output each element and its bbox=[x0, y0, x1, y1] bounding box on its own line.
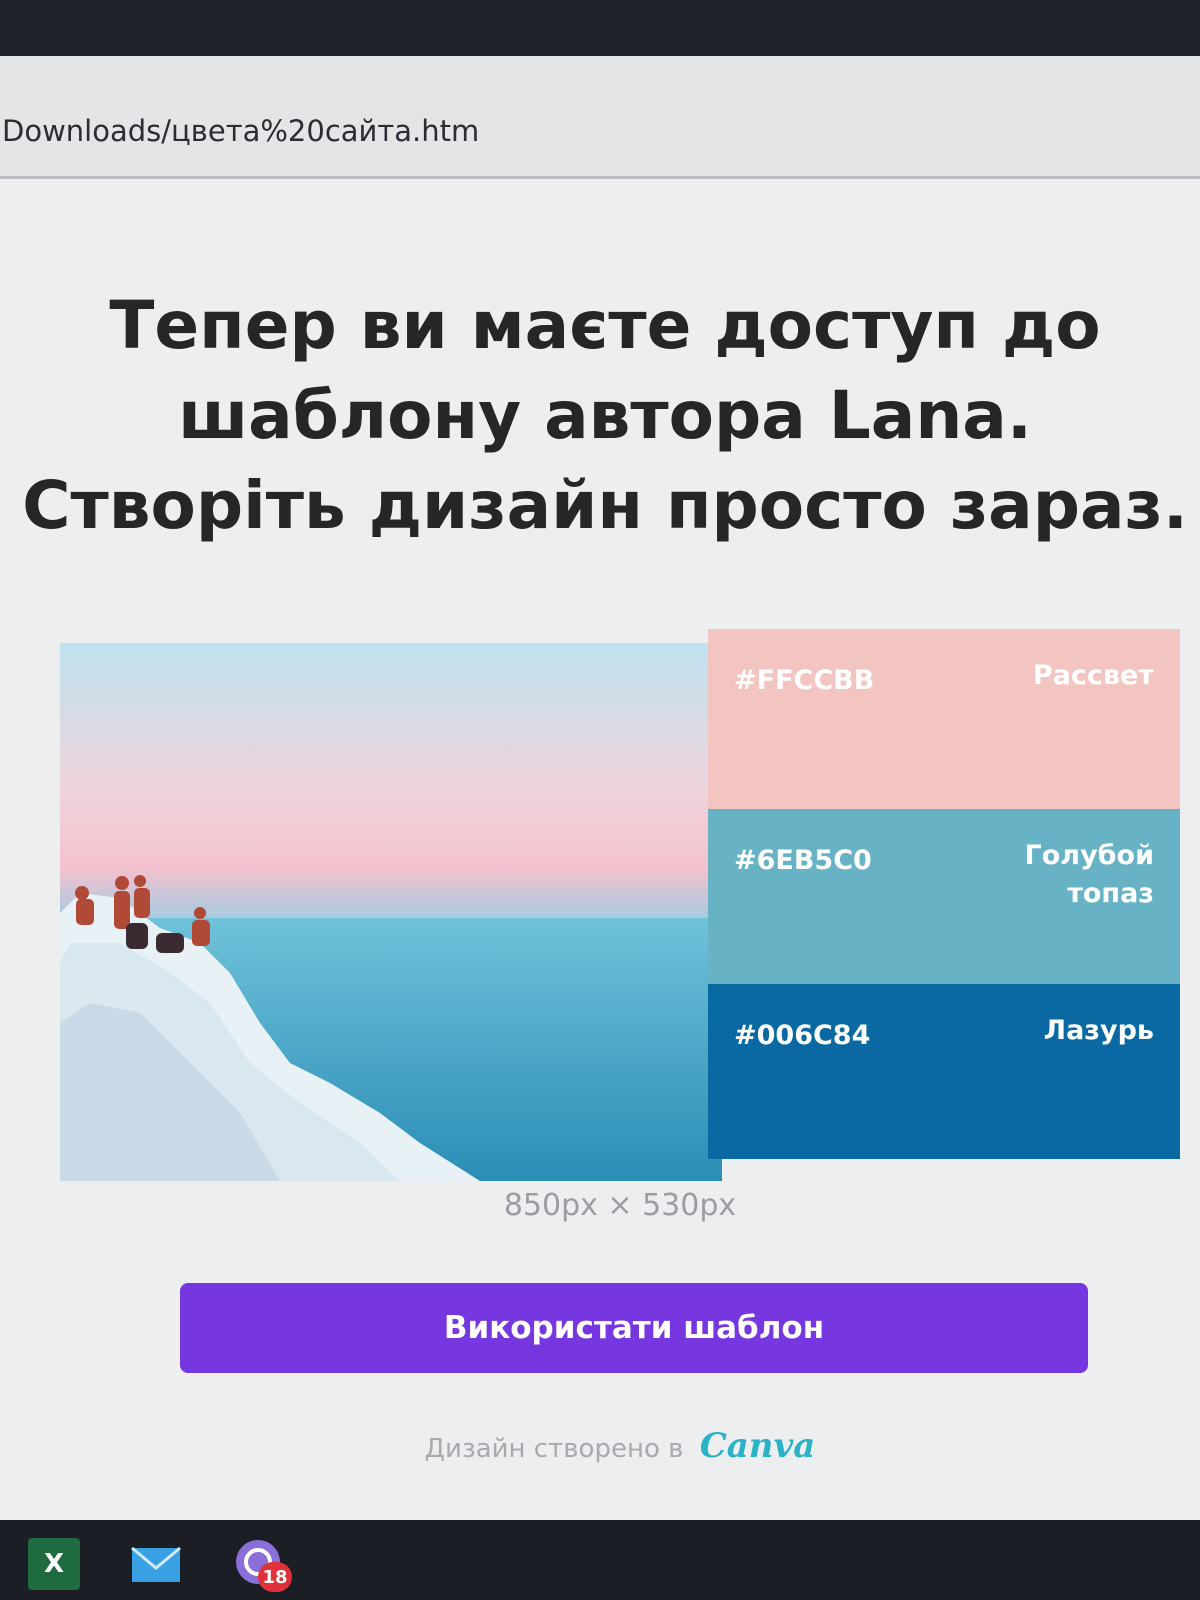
color-palette: #FFCCBB Рассвет #6EB5C0 Голубой топаз #0… bbox=[708, 621, 1180, 1161]
viber-badge: 18 bbox=[258, 1562, 292, 1592]
swatch-2[interactable]: #6EB5C0 Голубой топаз bbox=[708, 809, 1180, 984]
headline-line-2: шаблону автора Lana. bbox=[178, 377, 1032, 454]
template-preview: #FFCCBB Рассвет #6EB5C0 Голубой топаз #0… bbox=[60, 621, 1180, 1186]
canva-credit: Дизайн створено в Canva bbox=[0, 1426, 1200, 1466]
canva-logo[interactable]: Canva bbox=[700, 1426, 816, 1466]
swatch-1-hex: #FFCCBB bbox=[734, 665, 875, 696]
headline-line-1: Тепер ви маєте доступ до bbox=[109, 287, 1101, 364]
swatch-2-name: Голубой топаз bbox=[1014, 837, 1154, 913]
use-template-button[interactable]: Використати шаблон bbox=[180, 1283, 1088, 1373]
address-bar[interactable]: Downloads/цвета%20сайта.htm bbox=[0, 56, 1200, 179]
headline-line-3: Створіть дизайн просто зараз. bbox=[22, 467, 1188, 544]
taskbar: X 18 bbox=[0, 1520, 1200, 1600]
swatch-1[interactable]: #FFCCBB Рассвет bbox=[708, 629, 1180, 809]
page-headline: Тепер ви маєте доступ до шаблону автора … bbox=[20, 281, 1190, 551]
browser-window: Downloads/цвета%20сайта.htm Тепер ви має… bbox=[0, 56, 1200, 1520]
template-dimensions: 850px × 530px bbox=[503, 1188, 737, 1223]
swatch-3-hex: #006C84 bbox=[734, 1020, 871, 1051]
mail-icon[interactable] bbox=[130, 1538, 182, 1590]
url-text[interactable]: Downloads/цвета%20сайта.htm bbox=[2, 114, 479, 148]
excel-icon[interactable]: X bbox=[28, 1538, 80, 1590]
swatch-2-name-text: Голубой топаз bbox=[1024, 840, 1154, 909]
seaside-cliff-image bbox=[60, 643, 722, 1181]
credit-text: Дизайн створено в bbox=[424, 1434, 684, 1464]
swatch-2-hex: #6EB5C0 bbox=[734, 845, 872, 876]
swatch-3[interactable]: #006C84 Лазурь bbox=[708, 984, 1180, 1159]
swatch-1-name: Рассвет bbox=[1032, 660, 1154, 691]
template-photo bbox=[60, 643, 722, 1181]
swatch-3-name: Лазурь bbox=[1043, 1015, 1154, 1046]
